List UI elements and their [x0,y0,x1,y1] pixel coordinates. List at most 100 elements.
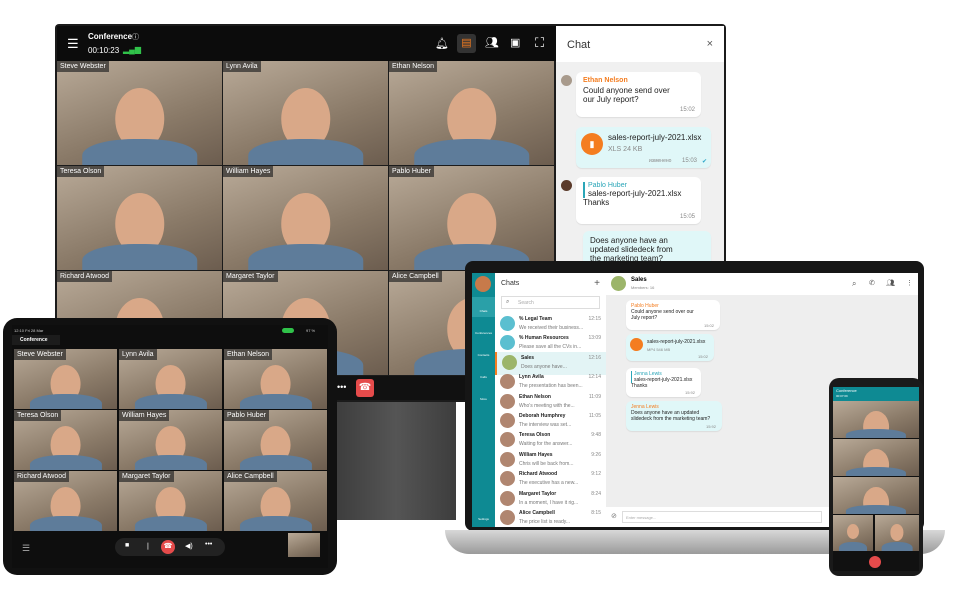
chat-preview: The presentation has been... [519,383,583,390]
phone-icon[interactable]: ✆ [869,279,875,287]
self-view[interactable] [288,533,320,557]
video-tile[interactable]: William Hayes [223,166,388,270]
video-tile[interactable]: Steve Webster [57,61,222,165]
video-tile[interactable]: Steve Webster [14,349,117,409]
chat-icon[interactable]: ▤ [457,34,476,53]
more-vertical-icon[interactable]: ⋮ [906,279,913,287]
hangup-button[interactable] [869,556,881,568]
info-icon[interactable]: ⓘ [132,32,139,42]
participant-body [845,466,907,476]
chat-list-item[interactable]: Alice Campbell The price list is ready...… [495,507,606,527]
participant-face [847,524,859,540]
file-icon: ▮ [581,133,603,155]
message-author: Pablo Huber [588,182,627,189]
participant-name: Margaret Taylor [223,271,278,282]
participant-body [239,394,312,409]
menu-icon[interactable]: ☰ [67,36,79,52]
video-grid [833,401,919,551]
file-meta: XLS 24 KB [608,146,643,153]
video-tile[interactable] [875,515,919,551]
conversation-header: Sales Members: 16 ⌕ ✆ 👥︎ ⋮ [606,273,918,295]
sidebar-item[interactable]: Conferences [472,319,495,339]
screen-share-icon[interactable]: ▣ [510,36,520,49]
camera-icon[interactable]: ■ [125,542,129,549]
video-tile[interactable]: Teresa Olson [14,410,117,470]
phone-header: Conference 00:07:09 [833,387,919,401]
search-input[interactable]: ⌕ Search [501,296,600,309]
video-tile[interactable]: Pablo Huber [389,166,554,270]
hangup-button[interactable]: ☎ [356,379,374,397]
chat-preview: We received their business... [519,325,584,331]
participant-body [413,139,530,165]
message-time: 15:02 [703,323,714,328]
message-input[interactable]: Enter message... [622,511,822,523]
attach-icon[interactable]: ⊘ [611,512,617,520]
call-timer: 00:10:23 [88,46,120,55]
call-controls: ■ ❘ ☎ ◀) ••• [115,538,225,556]
avatar [561,75,572,86]
sidebar-item[interactable]: More [472,385,495,405]
status-time: 12:10 Fri 28 Mar [14,328,44,333]
sidebar-item[interactable]: Contacts [472,341,495,361]
participant-name: Richard Atwood [57,271,113,282]
participant-name: Richard Atwood [14,471,70,482]
microphone-icon[interactable]: ❘ [145,542,151,550]
close-icon[interactable]: × [707,38,713,50]
participant-name: Ethan Nelson [224,349,273,360]
hangup-button[interactable]: ☎ [161,540,175,554]
participant-body [29,455,102,470]
participant-name: Steve Webster [57,61,109,72]
chat-time: 8:24 [591,490,601,497]
conference-title: Conference [836,388,857,393]
video-tile[interactable] [833,515,873,551]
video-tile[interactable] [833,477,919,514]
message-time: 15:03 [681,158,697,164]
video-tile[interactable] [833,439,919,476]
video-tile[interactable]: Lynn Avila [223,61,388,165]
sidebar-item[interactable]: Calls [472,363,495,383]
video-tile[interactable]: Pablo Huber [224,410,327,470]
edited-label: изменено [649,158,672,164]
file-name: sales-report-july-2021.xlsx [647,339,706,345]
file-meta: MP4 546 MB [647,347,671,352]
file-icon [630,338,643,351]
participant-body [247,244,364,270]
video-tile[interactable] [833,401,919,438]
chat-preview: In a moment, I have it rig... [519,499,579,506]
chat-preview: The interview was set... [519,422,572,428]
user-avatar[interactable] [475,276,491,292]
video-tile[interactable]: Margaret Taylor [119,471,222,531]
video-tile[interactable]: Richard Atwood [14,471,117,531]
chat-name: William Hayes [519,451,553,458]
video-tile[interactable]: William Hayes [119,410,222,470]
file-message[interactable]: ▮ sales-report-july-2021.xlsx XLS 24 KB … [576,127,711,168]
video-tile[interactable]: Ethan Nelson [389,61,554,165]
avatar [500,393,515,409]
fullscreen-icon[interactable]: ⛶ [535,35,544,51]
participant-body [881,542,913,551]
participants-icon[interactable]: 👥︎ [485,36,499,49]
message-text: Thanks [583,198,610,207]
sidebar-item[interactable]: Chats [472,297,495,317]
sidebar-item[interactable]: Settings [472,505,495,525]
group-avatar [611,276,626,291]
avatar [500,413,515,428]
participant-body [81,139,198,165]
video-tile[interactable]: Lynn Avila [119,349,222,409]
speaker-icon[interactable]: ◀) [185,542,193,550]
file-message[interactable]: sales-report-july-2021.xlsx MP4 546 MB 1… [626,334,714,361]
participant-face [890,524,904,541]
video-tile[interactable]: Alice Campbell [224,471,327,531]
chat-header: Chat × [556,26,724,62]
video-tile[interactable]: Ethan Nelson [224,349,327,409]
search-icon[interactable]: ⌕ [852,279,856,289]
menu-icon[interactable]: ☰ [22,543,30,554]
participant-body [239,516,312,531]
more-icon[interactable]: ••• [337,382,346,392]
video-tile[interactable]: Teresa Olson [57,166,222,270]
new-chat-button[interactable]: + [594,278,600,289]
participants-icon[interactable]: 👥︎ [886,279,895,287]
bell-icon[interactable]: 🔔︎ [435,37,449,50]
more-icon[interactable]: ••• [205,541,212,548]
participant-body [134,516,207,531]
